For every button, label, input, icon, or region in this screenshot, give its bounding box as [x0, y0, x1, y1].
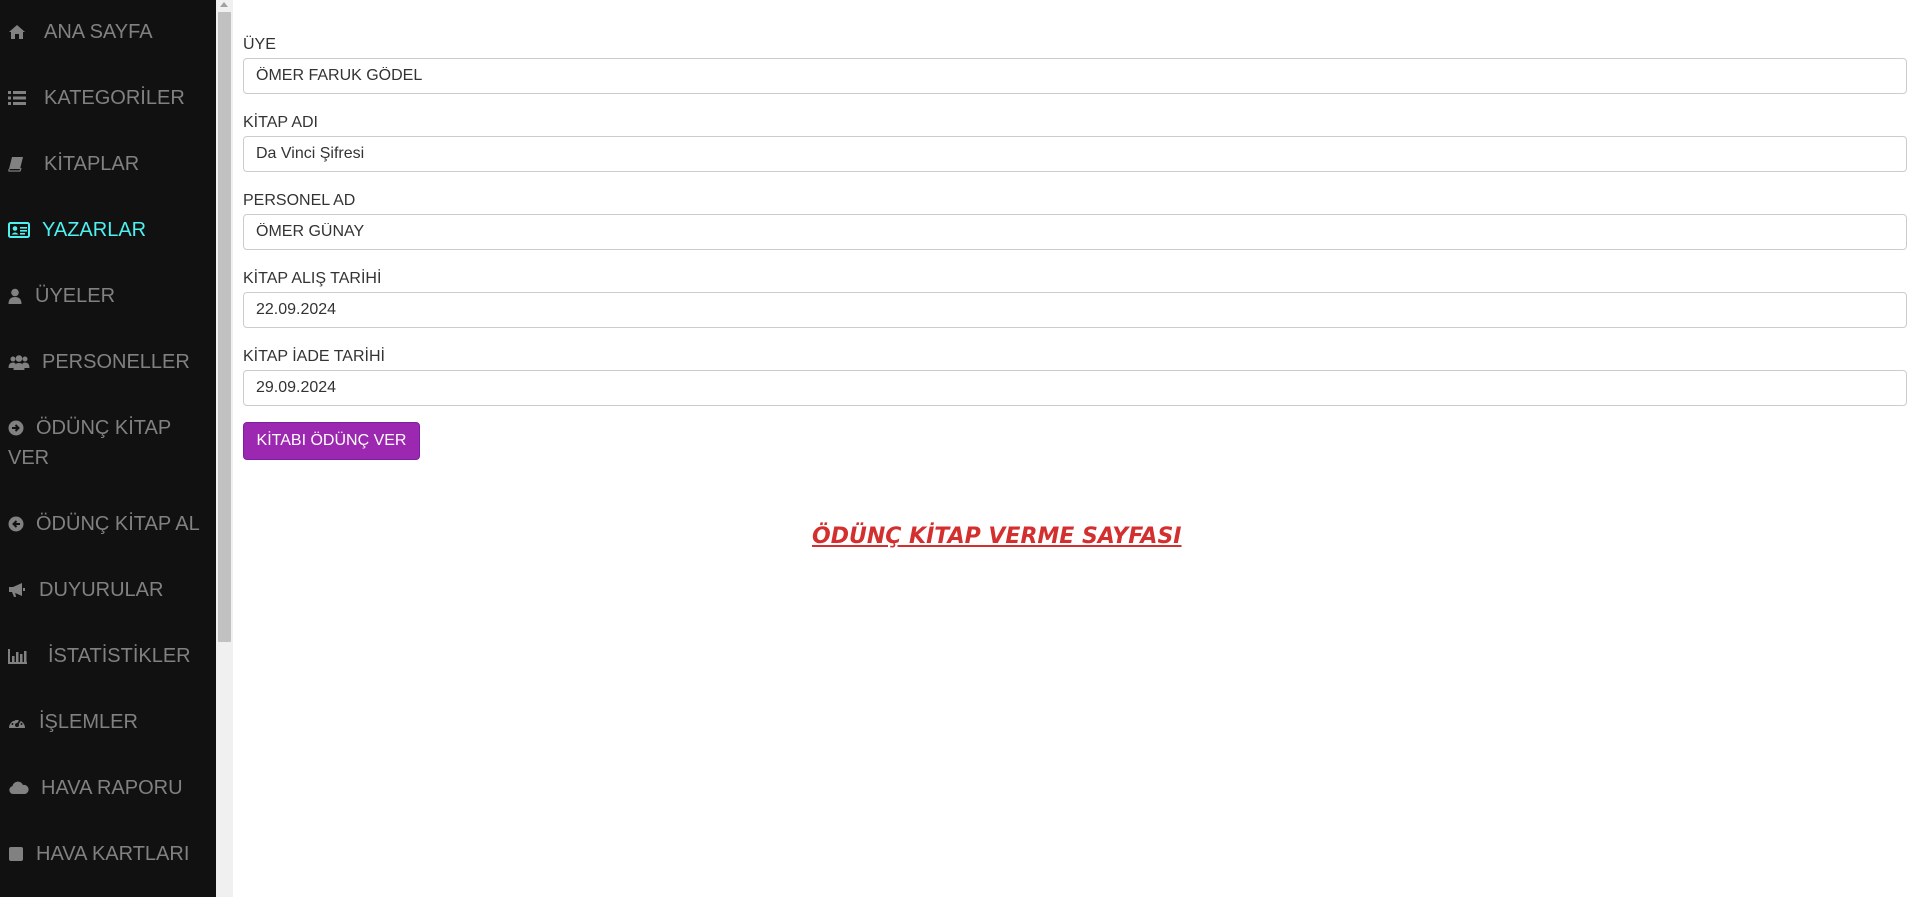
sidebar-item-label: HAVA KARTLARI	[36, 843, 190, 865]
sidebar-item-kategoriler[interactable]: KATEGORİLER	[0, 83, 216, 113]
cloud-icon	[8, 773, 30, 803]
book-icon	[8, 149, 30, 179]
return-date-field[interactable]	[243, 370, 1907, 406]
bullhorn-icon	[8, 575, 30, 605]
sidebar-scrollbar[interactable]	[216, 0, 233, 897]
sidebar-item-personeller[interactable]: PERSONELLER	[0, 347, 216, 377]
arrow-circle-right-icon	[8, 413, 30, 443]
sidebar-item-label: KATEGORİLER	[44, 87, 185, 109]
scroll-up-icon[interactable]	[220, 2, 228, 7]
dashboard-icon	[8, 707, 30, 737]
arrow-circle-left-icon	[8, 509, 30, 539]
bar-chart-icon	[8, 641, 30, 671]
square-icon	[8, 839, 30, 869]
sidebar-item-odunc-kitap-ver[interactable]: ÖDÜNÇ KİTAP VER	[0, 413, 216, 473]
sidebar-item-label: DUYURULAR	[39, 579, 164, 601]
user-icon	[8, 281, 30, 311]
id-card-icon	[8, 215, 30, 245]
sidebar-item-label: KİTAPLAR	[44, 153, 140, 175]
lend-book-button[interactable]: KİTABI ÖDÜNÇ VER	[243, 422, 420, 460]
member-label: ÜYE	[243, 36, 276, 53]
borrow-date-label: KİTAP ALIŞ TARİHİ	[243, 270, 382, 287]
book-name-label: KİTAP ADI	[243, 114, 318, 131]
sidebar-item-odunc-kitap-al[interactable]: ÖDÜNÇ KİTAP AL	[0, 509, 216, 539]
sidebar-item-kitaplar[interactable]: KİTAPLAR	[0, 149, 216, 179]
sidebar-item-label: PERSONELLER	[42, 351, 190, 373]
sidebar-item-label: HAVA RAPORU	[41, 777, 183, 799]
sidebar-item-label: ÖDÜNÇ KİTAP AL	[36, 513, 200, 535]
staff-name-field[interactable]	[243, 214, 1907, 250]
sidebar-item-uyeler[interactable]: ÜYELER	[0, 281, 216, 311]
sidebar-item-label: ÜYELER	[35, 285, 116, 307]
book-name-field[interactable]	[243, 136, 1907, 172]
staff-name-label: PERSONEL AD	[243, 192, 356, 209]
return-date-label: KİTAP İADE TARİHİ	[243, 348, 385, 365]
sidebar-item-istatistikler[interactable]: İSTATİSTİKLER	[0, 641, 216, 671]
users-icon	[8, 347, 30, 377]
sidebar-item-label: ANA SAYFA	[44, 21, 153, 43]
scrollbar-thumb[interactable]	[218, 12, 231, 642]
sidebar-item-islemler[interactable]: İŞLEMLER	[0, 707, 216, 737]
sidebar-item-duyurular[interactable]: DUYURULAR	[0, 575, 216, 605]
sidebar-item-yazarlar[interactable]: YAZARLAR	[0, 215, 216, 245]
sidebar-item-label: İŞLEMLER	[39, 711, 138, 733]
sidebar-item-label: İSTATİSTİKLER	[48, 645, 191, 667]
sidebar-item-hava-kartlari[interactable]: HAVA KARTLARI	[0, 839, 216, 869]
sidebar-item-label: YAZARLAR	[42, 219, 147, 241]
sidebar-item-label-line2: VER	[8, 447, 50, 469]
member-field[interactable]	[243, 58, 1907, 94]
sidebar-item-ana-sayfa[interactable]: ANA SAYFA	[0, 17, 216, 47]
page-title: ÖDÜNÇ KİTAP VERME SAYFASI	[812, 524, 1182, 549]
home-icon	[8, 17, 30, 47]
sidebar-item-label: ÖDÜNÇ KİTAP	[36, 417, 172, 439]
list-icon	[8, 83, 30, 113]
borrow-date-field[interactable]	[243, 292, 1907, 328]
sidebar-item-hava-raporu[interactable]: HAVA RAPORU	[0, 773, 216, 803]
sidebar: ANA SAYFA KATEGORİLER KİTAPLAR YAZARLAR …	[0, 0, 216, 897]
